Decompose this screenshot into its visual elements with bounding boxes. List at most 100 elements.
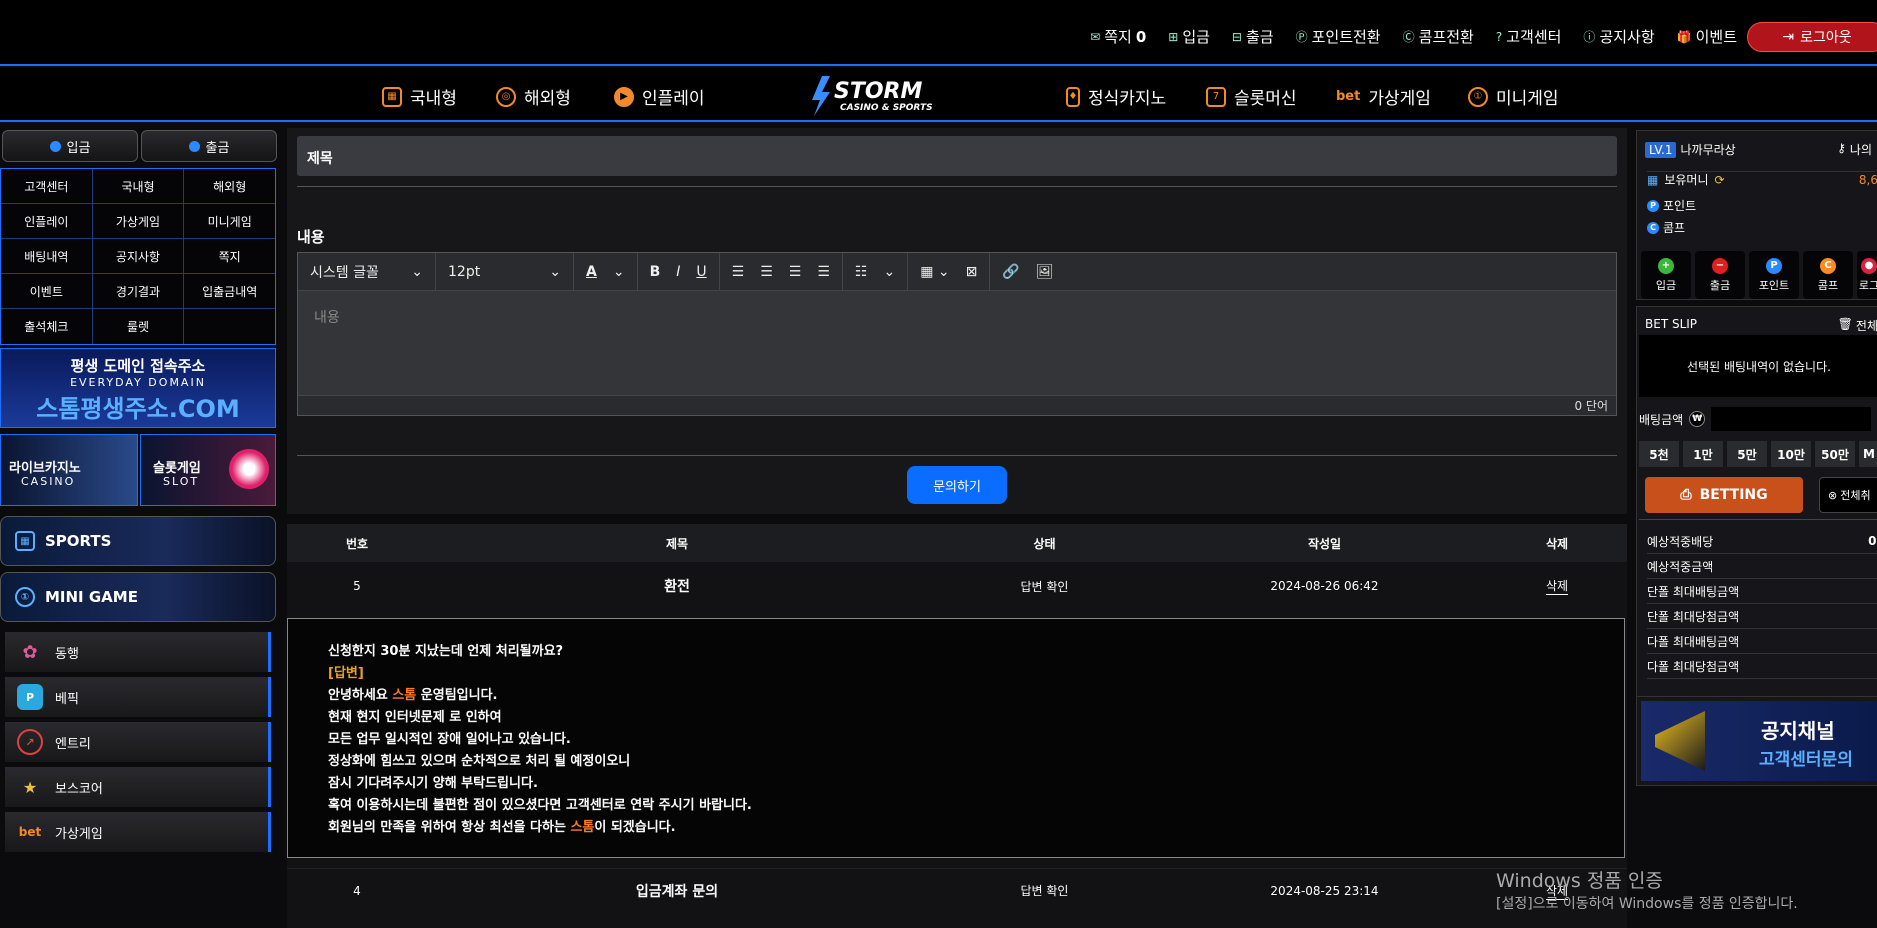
notice-channel-banner[interactable]: 공지채널 고객센터문의 — [1636, 696, 1877, 786]
betslip-all-label: 전체 — [1855, 319, 1877, 333]
nav-domestic[interactable]: ▦ 국내형 — [382, 84, 457, 109]
top-link-point-convert[interactable]: Ⓟ 포인트전환 — [1296, 26, 1381, 47]
link-icon[interactable]: 🔗 — [1002, 264, 1019, 280]
minigame-menu[interactable]: ① MINI GAME — [0, 572, 276, 622]
underline-icon[interactable]: U — [696, 264, 706, 280]
slot-banner[interactable]: 슬롯게임 SLOT — [140, 434, 276, 506]
quick-message[interactable]: 쪽지 — [184, 239, 275, 273]
amount-button[interactable]: 50만 — [1815, 441, 1855, 467]
refresh-icon[interactable]: ⟳ — [1715, 173, 1725, 187]
top-link-withdraw[interactable]: ⊟ 출금 — [1232, 26, 1274, 47]
provider-entry[interactable]: ↗ 엔트리 — [5, 722, 271, 762]
right-point-button[interactable]: P 포인트 — [1749, 251, 1799, 299]
withdraw-button[interactable]: 출금 — [141, 130, 277, 162]
live-casino-banner[interactable]: 라이브카지노 CASINO — [0, 434, 138, 506]
amount-button[interactable]: 5만 — [1727, 441, 1767, 467]
font-size-select[interactable]: 12pt ⌄ — [436, 252, 574, 291]
clear-format-icon[interactable]: ⊠ — [966, 264, 978, 280]
delete-button[interactable]: 삭제 — [1545, 577, 1569, 595]
logout-button[interactable]: ⇥ 로그아웃 — [1747, 22, 1877, 52]
submit-inquiry-button[interactable]: 문의하기 — [907, 466, 1007, 504]
quick-notice[interactable]: 공지사항 — [93, 239, 185, 273]
amount-button[interactable]: 5천 — [1639, 441, 1679, 467]
quick-attendance[interactable]: 출석체크 — [1, 309, 93, 344]
my-page-link[interactable]: ⚷ 나의 — [1837, 141, 1872, 158]
betting-button[interactable]: ⎙ BETTING — [1645, 477, 1803, 513]
text-color-button[interactable]: A ⌄ — [574, 252, 638, 291]
gift-icon: 🎁 — [1676, 29, 1692, 44]
answer-text: 운영팀입니다. — [416, 688, 498, 703]
nav-slot[interactable]: 7 슬롯머신 — [1206, 84, 1297, 109]
top-link-comp-convert[interactable]: Ⓒ 콤프전환 — [1403, 26, 1474, 47]
amount-button[interactable]: M — [1859, 441, 1877, 467]
quick-results[interactable]: 경기결과 — [93, 274, 185, 308]
right-logout-button[interactable]: ● 로그 — [1857, 251, 1877, 299]
align-justify-icon[interactable]: ☰ — [732, 264, 745, 280]
quick-event[interactable]: 이벤트 — [1, 274, 93, 308]
provider-bosscore[interactable]: ★ 보스코어 — [5, 767, 271, 807]
align-center-icon[interactable]: ☰ — [789, 264, 802, 280]
quick-minigame[interactable]: 미니게임 — [184, 204, 275, 238]
button-label: 콤프 — [1817, 278, 1839, 292]
quick-overseas[interactable]: 해외형 — [184, 169, 275, 203]
numbered-list-icon: ☷ — [854, 263, 868, 280]
top-link-message[interactable]: ✉ 쪽지 0 — [1090, 26, 1146, 47]
row-title[interactable]: 환전 — [427, 564, 927, 608]
top-link-label: 출금 — [1245, 28, 1274, 46]
top-bar: ✉ 쪽지 0 ⊞ 입금 ⊟ 출금 Ⓟ 포인트전환 Ⓒ 콤프전환 ? 고객센터 ⓘ 공지사항 🎁 이… — [0, 0, 1877, 66]
top-link-event[interactable]: 🎁 이벤트 — [1677, 26, 1737, 47]
quick-inplay[interactable]: 인플레이 — [1, 204, 93, 238]
nav-overseas[interactable]: ◎ 해외형 — [496, 84, 571, 109]
minigame-label: MINI GAME — [45, 588, 138, 606]
card-icon: ♦ — [1066, 86, 1080, 107]
deposit-button[interactable]: 입금 — [2, 130, 138, 162]
amount-button[interactable]: 1만 — [1683, 441, 1723, 467]
nav-inplay[interactable]: ▶ 인플레이 — [614, 84, 705, 109]
quick-roulette[interactable]: 룰렛 — [93, 309, 185, 344]
right-deposit-button[interactable]: + 입금 — [1641, 251, 1691, 299]
site-logo[interactable]: STORM CASINO & SPORTS — [808, 74, 948, 118]
provider-bepick[interactable]: P 베픽 — [5, 677, 271, 717]
provider-donghang[interactable]: ✿ 동행 — [5, 632, 271, 672]
image-icon[interactable]: 🖼 — [1036, 264, 1054, 280]
table-row[interactable]: 4 입금계좌 문의 답변 확인 2024-08-25 23:14 삭제 — [287, 868, 1627, 912]
bold-icon[interactable]: B — [650, 264, 661, 280]
domain-banner[interactable]: 평생 도메인 접속주소 EVERYDAY DOMAIN 스톰평생주소.COM — [0, 348, 276, 428]
content-textarea[interactable]: 내용 — [298, 291, 1616, 395]
title-input[interactable]: 제목 — [297, 136, 1617, 176]
quick-domestic[interactable]: 국내형 — [93, 169, 185, 203]
answer-line: 혹여 이용하시는데 불편한 점이 있으셨다면 고객센터로 연락 주시기 바랍니다… — [328, 798, 752, 813]
italic-icon[interactable]: I — [676, 264, 680, 280]
notice-title: 공지채널 — [1761, 719, 1835, 743]
right-withdraw-button[interactable]: − 출금 — [1695, 251, 1745, 299]
right-comp-button[interactable]: C 콤프 — [1803, 251, 1853, 299]
divider — [297, 455, 1617, 456]
table-icon[interactable]: ▦ ⌄ — [920, 264, 949, 280]
amount-button[interactable]: 10만 — [1771, 441, 1811, 467]
bet-amount-input[interactable] — [1711, 407, 1872, 431]
align-right-icon[interactable]: ☰ — [817, 264, 830, 280]
row-title[interactable]: 입금계좌 문의 — [427, 869, 927, 912]
top-link-deposit[interactable]: ⊞ 입금 — [1168, 26, 1210, 47]
answer-line: 안녕하세요 스톰 운영팀입니다. — [328, 685, 1584, 707]
notice-subtitle: 고객센터문의 — [1759, 750, 1853, 770]
quick-bet-history[interactable]: 배팅내역 — [1, 239, 93, 273]
nav-casino[interactable]: ♦ 정식카지노 — [1066, 84, 1166, 109]
quick-transactions[interactable]: 입출금내역 — [184, 274, 275, 308]
font-family-select[interactable]: 시스템 글꼴 ⌄ — [298, 252, 436, 291]
top-link-support[interactable]: ? 고객센터 — [1496, 26, 1562, 47]
align-left-icon[interactable]: ☰ — [760, 264, 773, 280]
betslip-clear-all[interactable]: 🗑 전체 — [1838, 317, 1877, 334]
table-row[interactable]: 5 환전 답변 확인 2024-08-26 06:42 삭제 — [287, 564, 1627, 608]
quick-virtual[interactable]: 가상게임 — [93, 204, 185, 238]
nav-virtual[interactable]: bet 가상게임 — [1336, 84, 1431, 109]
cancel-all-button[interactable]: ⊗ 전체취 — [1819, 477, 1877, 513]
top-link-notice[interactable]: ⓘ 공지사항 — [1583, 26, 1654, 47]
nav-label: 국내형 — [410, 89, 457, 109]
list-button[interactable]: ☷ ⌄ — [843, 252, 909, 291]
quick-support[interactable]: 고객센터 — [1, 169, 93, 203]
provider-virtual[interactable]: bet 가상게임 — [5, 812, 271, 852]
nav-minigame[interactable]: ① 미니게임 — [1468, 84, 1559, 109]
sports-menu[interactable]: ▦ SPORTS — [0, 516, 276, 566]
answer-line: 정상화에 힘쓰고 있으며 순차적으로 처리 될 예정이오니 — [328, 754, 631, 769]
